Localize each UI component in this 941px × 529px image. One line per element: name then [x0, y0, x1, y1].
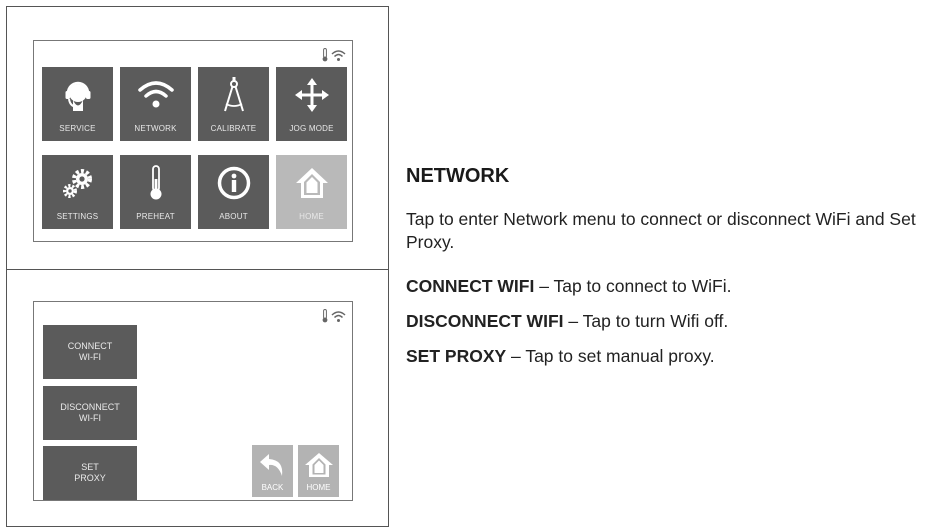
tile-jog-mode[interactable]: JOG MODE: [276, 67, 347, 141]
tile-label: JOG MODE: [289, 124, 334, 133]
compass-icon: [223, 77, 244, 112]
status-bar: [322, 308, 346, 324]
tile-label: CALIBRATE: [210, 124, 257, 133]
set-proxy-button[interactable]: SET PROXY: [43, 446, 137, 500]
move-arrows-icon: [294, 78, 329, 112]
set-proxy-description: SET PROXY – Tap to set manual proxy.: [406, 345, 715, 368]
disconnect-wifi-term: DISCONNECT WIFI: [406, 311, 564, 331]
tile-about[interactable]: ABOUT: [198, 155, 269, 229]
tile-calibrate[interactable]: CALIBRATE: [198, 67, 269, 141]
network-menu-screen: CONNECT WI-FI DISCONNECT WI-FI SET PROXY…: [33, 301, 353, 501]
set-proxy-line1: SET: [81, 462, 99, 472]
home-button[interactable]: HOME: [298, 445, 339, 497]
tile-label: ABOUT: [219, 212, 248, 221]
home-label: HOME: [306, 483, 331, 492]
connect-wifi-line1: CONNECT: [67, 341, 113, 351]
wifi-status-icon: [331, 49, 346, 61]
tile-label: NETWORK: [134, 124, 177, 133]
wifi-icon: [137, 81, 174, 108]
set-proxy-text: – Tap to set manual proxy.: [506, 346, 715, 366]
connect-wifi-description: CONNECT WIFI – Tap to connect to WiFi.: [406, 275, 731, 298]
tile-label: SETTINGS: [56, 212, 99, 221]
back-button[interactable]: BACK: [252, 445, 293, 497]
home-icon: [304, 453, 333, 477]
tile-label: PREHEAT: [136, 212, 175, 221]
thermometer-status-icon: [322, 48, 328, 62]
connect-wifi-button[interactable]: CONNECT WI-FI: [43, 325, 137, 379]
tile-settings[interactable]: SETTINGS: [42, 155, 113, 229]
back-label: BACK: [261, 483, 284, 492]
info-icon: [217, 166, 250, 200]
set-proxy-term: SET PROXY: [406, 346, 507, 366]
tile-label: SERVICE: [59, 124, 96, 133]
tile-service[interactable]: SERVICE: [42, 67, 113, 141]
tile-network[interactable]: NETWORK: [120, 67, 191, 141]
connect-wifi-text: – Tap to connect to WiFi.: [534, 276, 732, 296]
disconnect-wifi-button[interactable]: DISCONNECT WI-FI: [43, 386, 137, 440]
thermometer-icon: [150, 165, 161, 200]
intro-text: Tap to enter Network menu to connect or …: [406, 209, 916, 252]
connect-wifi-line2: WI-FI: [79, 352, 101, 362]
disconnect-wifi-line2: WI-FI: [78, 413, 101, 423]
panel-divider: [6, 269, 389, 270]
disconnect-wifi-description: DISCONNECT WIFI – Tap to turn Wifi off.: [406, 310, 728, 333]
main-menu-screen: SERVICE NETWORK CALIBRATE JOG MODE SETTI…: [33, 40, 353, 242]
connect-wifi-term: CONNECT WIFI: [406, 276, 535, 296]
thermometer-status-icon: [322, 309, 328, 323]
tile-preheat[interactable]: PREHEAT: [120, 155, 191, 229]
section-title: NETWORK: [406, 165, 510, 187]
disconnect-wifi-line1: DISCONNECT: [60, 402, 120, 412]
home-icon: [295, 168, 328, 198]
headset-icon: [65, 81, 90, 111]
gears-icon: [62, 169, 92, 198]
disconnect-wifi-text: – Tap to turn Wifi off.: [563, 311, 729, 331]
wifi-status-icon: [331, 310, 346, 322]
back-arrow-icon: [259, 454, 282, 476]
tile-home[interactable]: HOME: [276, 155, 347, 229]
set-proxy-line2: PROXY: [74, 473, 106, 483]
status-bar: [322, 47, 346, 63]
tile-label: HOME: [299, 212, 324, 221]
